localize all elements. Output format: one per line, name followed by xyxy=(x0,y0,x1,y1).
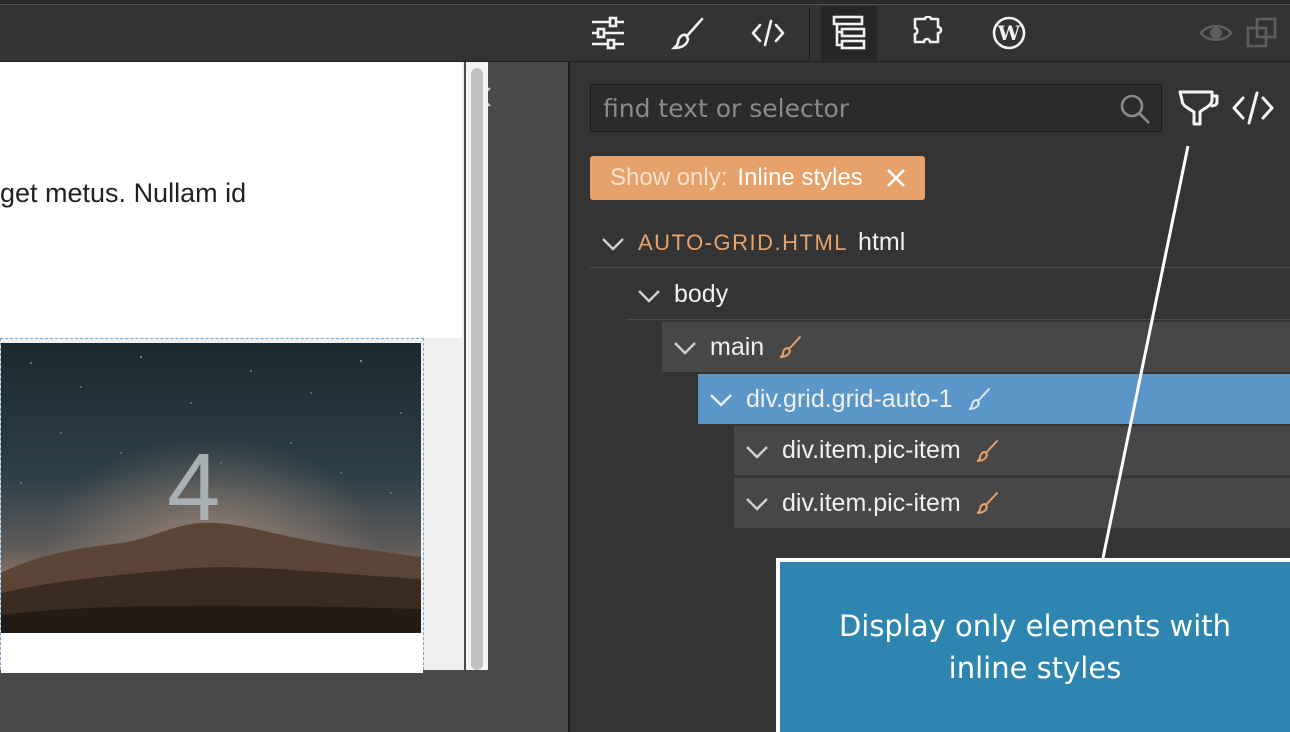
callout-text: Display only elements with inline styles xyxy=(838,609,1232,685)
node-label: div.grid.grid-auto-1 xyxy=(746,384,953,413)
search-icon[interactable] xyxy=(1119,93,1151,125)
chevron-down-icon[interactable] xyxy=(744,490,770,516)
filter-chip-label: Show only: xyxy=(610,164,728,191)
chevron-down-icon[interactable] xyxy=(708,386,734,412)
node-label: body xyxy=(674,280,729,308)
node-label: div.item.pic-item xyxy=(782,488,961,517)
inline-style-brush-icon xyxy=(975,439,999,463)
tile-caption-area xyxy=(1,633,423,673)
clear-filter-icon[interactable] xyxy=(885,167,907,189)
duplicate-window-icon[interactable] xyxy=(1234,6,1290,60)
tree-node-pic-item[interactable]: div.item.pic-item xyxy=(734,426,1290,476)
filter-chip-value: Inline styles xyxy=(737,164,863,191)
settings-sliders-icon[interactable] xyxy=(580,6,636,60)
tree-node-main[interactable]: main xyxy=(662,322,1290,372)
tile-number: 4 xyxy=(167,434,221,541)
tree-node-body[interactable]: body xyxy=(626,270,1290,320)
filter-chip[interactable]: Show only: Inline styles xyxy=(590,156,925,200)
node-label: main xyxy=(710,332,765,361)
inline-style-brush-icon xyxy=(975,491,999,515)
wordpress-icon[interactable]: W xyxy=(981,6,1037,60)
callout-box: Display only elements with inline styles xyxy=(776,558,1290,732)
tree-icon[interactable] xyxy=(821,6,877,60)
page-canvas: get metus. Nullam id 4 xyxy=(0,62,464,673)
search-input[interactable] xyxy=(591,85,1111,131)
node-label: div.item.pic-item xyxy=(782,436,961,464)
grid-item-4[interactable]: 4 xyxy=(0,338,424,673)
search-box xyxy=(590,84,1162,132)
inline-style-brush-icon xyxy=(778,335,802,359)
file-name: AUTO-GRID.HTML xyxy=(638,229,849,255)
toolbar-top-rule xyxy=(0,0,1290,5)
node-label: html xyxy=(858,228,906,256)
scrollbar-thumb[interactable] xyxy=(471,68,483,670)
code-view-icon[interactable] xyxy=(1230,88,1276,128)
puzzle-icon[interactable] xyxy=(901,6,957,60)
top-toolbar: W xyxy=(0,0,1290,62)
filter-funnel-icon[interactable] xyxy=(1176,86,1220,130)
toolbar-separator xyxy=(809,8,810,60)
code-icon[interactable] xyxy=(740,6,796,60)
paragraph-text: get metus. Nullam id xyxy=(0,178,247,208)
inline-style-brush-icon xyxy=(967,387,991,411)
tree-node-html[interactable]: AUTO-GRID.HTML html xyxy=(590,218,1290,268)
night-sky-image: 4 xyxy=(1,343,421,633)
chevron-down-icon[interactable] xyxy=(600,230,626,256)
tree-node-grid-selected[interactable]: div.grid.grid-auto-1 xyxy=(698,374,1290,424)
paint-brush-icon[interactable] xyxy=(660,6,716,60)
text-section: get metus. Nullam id xyxy=(0,62,462,338)
svg-text:W: W xyxy=(997,21,1021,45)
chevron-down-icon[interactable] xyxy=(636,282,662,308)
chevron-down-icon[interactable] xyxy=(672,334,698,360)
preview-scrollbar[interactable] xyxy=(466,62,488,670)
chevron-down-icon[interactable] xyxy=(744,438,770,464)
tree-node-pic-item[interactable]: div.item.pic-item xyxy=(734,478,1290,528)
